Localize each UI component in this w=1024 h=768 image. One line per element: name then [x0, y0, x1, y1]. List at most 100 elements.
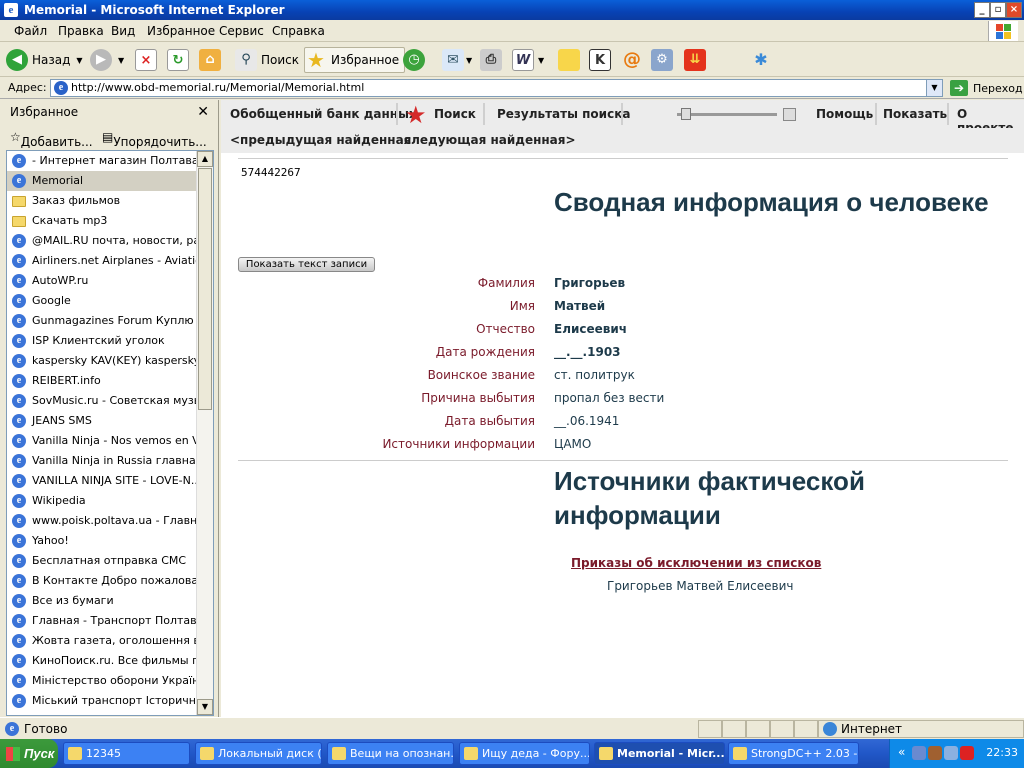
- favorite-item[interactable]: e ISP Клиентский уголок: [7, 331, 196, 351]
- k-button[interactable]: K: [589, 47, 611, 73]
- favorite-item[interactable]: e www.poisk.poltava.ua - Главная: [7, 511, 196, 531]
- favorite-item[interactable]: e Memorial: [7, 171, 196, 191]
- ie-page-icon: e: [12, 274, 26, 288]
- favorite-item[interactable]: e Vanilla Ninja in Russia главная: [7, 451, 196, 471]
- tray-expand-icon[interactable]: «: [898, 745, 905, 759]
- start-button[interactable]: Пуск: [0, 739, 58, 768]
- print-button[interactable]: ⎙: [480, 47, 502, 73]
- favorite-item[interactable]: e SovMusic.ru - Советская музы...: [7, 391, 196, 411]
- taskbar-button[interactable]: 12345: [63, 742, 190, 765]
- tray-kaspersky-icon[interactable]: [960, 746, 974, 760]
- favorite-item[interactable]: e JEANS SMS: [7, 411, 196, 431]
- messenger-button[interactable]: ✱: [750, 47, 772, 73]
- slider-box[interactable]: [783, 108, 796, 121]
- stop-button[interactable]: ×: [135, 47, 157, 73]
- mail-button[interactable]: ✉ ▼: [442, 47, 472, 73]
- ie-page-icon: e: [12, 674, 26, 688]
- menu-view[interactable]: Вид: [111, 24, 135, 38]
- source-link[interactable]: Приказы об исключении из списков: [571, 556, 821, 570]
- scroll-up-icon[interactable]: ▲: [197, 151, 213, 167]
- tray-monitor-icon[interactable]: [944, 746, 958, 760]
- address-input[interactable]: e http://www.obd-memorial.ru/Memorial/Me…: [50, 79, 943, 97]
- favorites-scrollbar[interactable]: ▲ ▼: [196, 151, 213, 715]
- favorite-item[interactable]: e Airliners.net Airplanes - Aviation ...: [7, 251, 196, 271]
- favorite-item[interactable]: e Жовта газета, оголошення в і...: [7, 631, 196, 651]
- scroll-thumb[interactable]: [198, 168, 212, 410]
- star-icon: ★: [405, 101, 427, 129]
- font-size-slider[interactable]: [677, 108, 777, 120]
- task-label: Memorial - Micr...: [617, 747, 725, 760]
- tray-app-icon[interactable]: [928, 746, 942, 760]
- star-icon: ★: [307, 48, 325, 72]
- favorite-item[interactable]: Заказ фильмов: [7, 191, 196, 211]
- note-button[interactable]: [558, 47, 580, 73]
- favorite-item[interactable]: Скачать mp3: [7, 211, 196, 231]
- scroll-down-icon[interactable]: ▼: [197, 699, 213, 715]
- favorite-item[interactable]: e В Контакте Добро пожаловать: [7, 571, 196, 591]
- favorite-item[interactable]: e Все из бумаги: [7, 591, 196, 611]
- favorite-item[interactable]: e Vanilla Ninja - Nos vemos en Vic...: [7, 431, 196, 451]
- taskbar-button[interactable]: StrongDC++ 2.03 - [...: [728, 742, 859, 765]
- favorite-label: SovMusic.ru - Советская музы...: [32, 394, 196, 407]
- menu-favorites[interactable]: Избранное: [147, 24, 215, 38]
- favorite-item[interactable]: e Бесплатная отправка СМС: [7, 551, 196, 571]
- favorite-label: Главная - Транспорт Полтавы.: [32, 614, 196, 627]
- field-label: Воинское звание: [427, 368, 535, 382]
- tray-network-icon[interactable]: [912, 746, 926, 760]
- search-button[interactable]: ⚲ Поиск: [235, 47, 299, 73]
- show-record-text-button[interactable]: Показать текст записи: [238, 257, 375, 272]
- nav-search[interactable]: Поиск: [434, 107, 476, 121]
- taskbar-button[interactable]: Локальный диск (...: [195, 742, 322, 765]
- back-dropdown-icon[interactable]: ▼: [76, 56, 82, 65]
- go-button[interactable]: ➔ Переход: [950, 79, 1023, 97]
- add-favorite-button[interactable]: ☆ Добавить...: [10, 130, 93, 149]
- refresh-button[interactable]: ↻: [167, 47, 189, 73]
- history-button[interactable]: ◷: [403, 47, 425, 73]
- tools-button[interactable]: ⚙: [651, 47, 673, 73]
- nav-results[interactable]: Результаты поиска: [497, 107, 630, 121]
- close-button[interactable]: ×: [1006, 2, 1022, 18]
- favorite-item[interactable]: e Міністерство оборони України: [7, 671, 196, 691]
- nav-show[interactable]: Показать: [883, 107, 947, 121]
- status-text: Готово: [24, 722, 68, 736]
- maximize-button[interactable]: ▫: [990, 2, 1006, 18]
- minimize-button[interactable]: _: [974, 2, 990, 18]
- prev-result-link[interactable]: <предыдущая найденная: [230, 133, 411, 147]
- favorites-button[interactable]: ★ Избранное: [304, 47, 406, 73]
- mailru-button[interactable]: @: [621, 47, 643, 73]
- nav-bank[interactable]: Обобщенный банк данных: [230, 107, 417, 121]
- home-button[interactable]: ⌂: [199, 47, 221, 73]
- favorite-item[interactable]: e КиноПоиск.ru. Все фильмы пл...: [7, 651, 196, 671]
- taskbar-button[interactable]: Memorial - Micr...: [594, 742, 725, 765]
- next-result-link[interactable]: следующая найденная>: [404, 133, 576, 147]
- slider-thumb[interactable]: [681, 108, 691, 120]
- menu-edit[interactable]: Правка: [58, 24, 104, 38]
- menu-file[interactable]: Файл: [14, 24, 47, 38]
- nav-help[interactable]: Помощь: [816, 107, 873, 121]
- favorite-item[interactable]: e REIBERT.info: [7, 371, 196, 391]
- favorite-item[interactable]: e AutoWP.ru: [7, 271, 196, 291]
- address-dropdown-icon[interactable]: ▼: [926, 80, 942, 96]
- edit-button[interactable]: W ▼: [512, 47, 544, 73]
- favorite-item[interactable]: e Міський транспорт Історична ...: [7, 691, 196, 711]
- forward-button[interactable]: ▶ ▼: [90, 47, 124, 73]
- task-app-icon: [599, 747, 613, 760]
- taskbar-button[interactable]: Вещи на опознан...: [327, 742, 454, 765]
- favorite-item[interactable]: e Главная - Транспорт Полтавы.: [7, 611, 196, 631]
- favorite-item[interactable]: e @MAIL.RU почта, новости, ра...: [7, 231, 196, 251]
- organize-favorites-button[interactable]: ▤ Упорядочить...: [102, 130, 207, 149]
- favorite-item[interactable]: e - Интернет магазин Полтава ...: [7, 151, 196, 171]
- ie-page-icon: e: [12, 594, 26, 608]
- favorite-item[interactable]: e Gunmagazines Forum Куплю - ...: [7, 311, 196, 331]
- taskbar-button[interactable]: Ищу деда - Фору...: [459, 742, 590, 765]
- favorite-item[interactable]: e kaspersky KAV(KEY) kaspersky...: [7, 351, 196, 371]
- download-button[interactable]: ⇊: [684, 47, 706, 73]
- menu-help[interactable]: Справка: [272, 24, 325, 38]
- back-button[interactable]: ◀ Назад ▼: [6, 47, 83, 73]
- favorite-item[interactable]: e Wikipedia: [7, 491, 196, 511]
- menu-tools[interactable]: Сервис: [219, 24, 264, 38]
- favorite-item[interactable]: e Google: [7, 291, 196, 311]
- close-panel-icon[interactable]: ✕: [197, 102, 209, 122]
- favorite-item[interactable]: e VANILLA NINJA SITE - LOVE-N...: [7, 471, 196, 491]
- favorite-item[interactable]: e Yahoo!: [7, 531, 196, 551]
